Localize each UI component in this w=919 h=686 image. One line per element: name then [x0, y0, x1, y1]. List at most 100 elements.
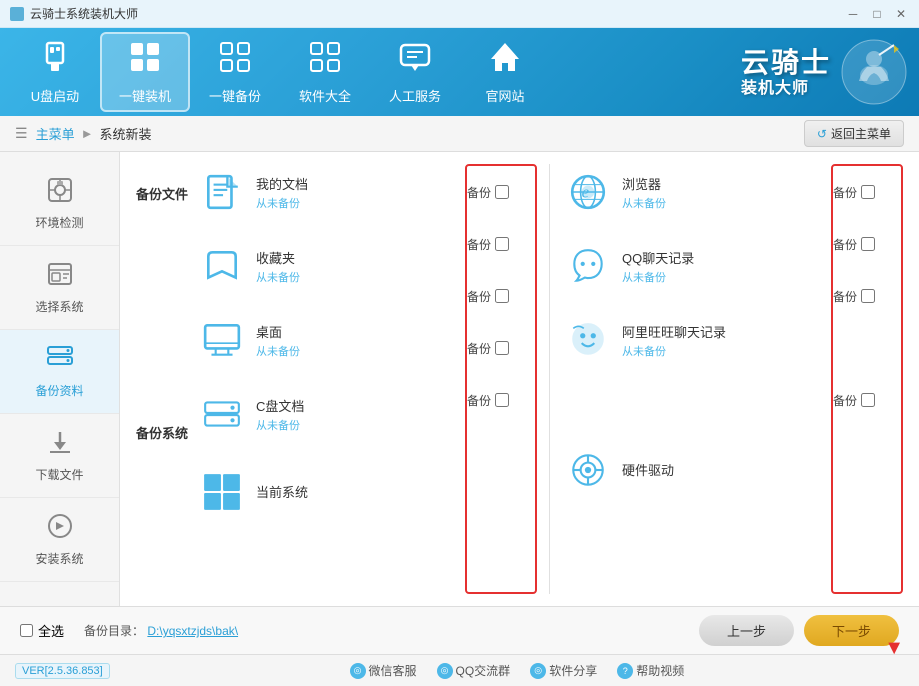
- mydocs-info: 我的文档 从未备份: [256, 174, 457, 211]
- aliww-status: 从未备份: [622, 343, 823, 359]
- select-icon: [46, 260, 74, 294]
- cdrive-status: 从未备份: [256, 417, 457, 433]
- sidebar-env[interactable]: 环境检测: [0, 162, 119, 246]
- cdrive-info: C盘文档 从未备份: [256, 396, 457, 433]
- select-all-checkbox[interactable]: [20, 624, 33, 637]
- favorites-icon: [200, 244, 244, 288]
- back-label: 返回主菜单: [831, 125, 891, 142]
- nav-onekey-backup-label: 一键备份: [209, 86, 261, 105]
- title-bar: 云骑士系统装机大师 ─ □ ✕: [0, 0, 919, 28]
- left-items-list: 我的文档 从未备份 收藏夹 从未备份: [196, 164, 461, 594]
- desktop-icon: [200, 318, 244, 362]
- cb-backup-label-4: 备份: [467, 340, 491, 357]
- main-area: 环境检测 选择系统: [0, 152, 919, 606]
- bottom-link-share-label: 软件分享: [549, 662, 597, 679]
- aliww-info: 阿里旺旺聊天记录 从未备份: [622, 322, 823, 359]
- nav-buttons: 上一步 下一步 ▼: [699, 615, 899, 646]
- minimize-btn[interactable]: ─: [845, 6, 861, 22]
- cb-hwdriver-input[interactable]: [861, 393, 875, 407]
- close-btn[interactable]: ✕: [893, 6, 909, 22]
- backup-dir-path[interactable]: D:\yqsxtzjds\bak\: [147, 624, 238, 638]
- cb-backup-label-5: 备份: [467, 392, 491, 409]
- cdrive-name: C盘文档: [256, 396, 457, 415]
- cb-empty: [833, 322, 901, 374]
- backup-item-cdrive: C盘文档 从未备份: [196, 386, 461, 442]
- prev-btn-label: 上一步: [727, 624, 766, 639]
- bottom-link-help[interactable]: ? 帮助视频: [617, 662, 684, 679]
- breadcrumb-bar: ☰ 主菜单 ► 系统新装 ↺ 返回主菜单: [0, 116, 919, 152]
- system-info: 当前系统: [256, 482, 457, 503]
- cb-aliww-input[interactable]: [861, 289, 875, 303]
- nav-service[interactable]: 人工服务: [370, 32, 460, 112]
- bottom-link-help-label: 帮助视频: [636, 662, 684, 679]
- onekey-backup-icon: [217, 39, 253, 82]
- nav-usb[interactable]: U盘启动: [10, 32, 100, 112]
- footer-area: 全选 备份目录： D:\yqsxtzjds\bak\ 上一步 下一步 ▼: [0, 606, 919, 654]
- version-badge: VER[2.5.36.853]: [15, 663, 110, 679]
- cb-backup-label-3: 备份: [467, 288, 491, 305]
- onekey-install-icon: [127, 39, 163, 82]
- breadcrumb-separator: ►: [81, 126, 94, 141]
- maximize-btn[interactable]: □: [869, 6, 885, 22]
- sidebar-select[interactable]: 选择系统: [0, 246, 119, 330]
- backup-item-favorites: 收藏夹 从未备份: [196, 238, 461, 294]
- cb-desktop: 备份: [467, 270, 535, 322]
- header: U盘启动 一键装机: [0, 28, 919, 116]
- cb-backup-label-r1: 备份: [833, 184, 857, 201]
- backup-item-mydocs: 我的文档 从未备份: [196, 164, 461, 220]
- prev-button[interactable]: 上一步: [699, 615, 794, 646]
- bottom-link-qq[interactable]: ◎ QQ交流群: [437, 662, 511, 679]
- sidebar-install[interactable]: 安装系统: [0, 498, 119, 582]
- backup-item-browser: e 浏览器 从未备份: [562, 164, 827, 220]
- cb-browser-input[interactable]: [861, 185, 875, 199]
- help-icon: ?: [617, 663, 633, 679]
- bottom-link-wechat[interactable]: ◎ 微信客服: [350, 662, 417, 679]
- software-icon: [307, 39, 343, 82]
- backup-item-qq: QQ聊天记录 从未备份: [562, 238, 827, 294]
- cb-hwdriver: 备份: [833, 374, 901, 426]
- breadcrumb-home[interactable]: 主菜单: [36, 124, 75, 143]
- next-button[interactable]: 下一步 ▼: [804, 615, 899, 646]
- content-area: 备份文件 备份系统: [120, 152, 919, 606]
- wechat-icon: ◎: [350, 663, 366, 679]
- nav-website[interactable]: 官网站: [460, 32, 550, 112]
- logo-area: 云骑士 装机大师: [741, 37, 909, 107]
- bottom-bar: VER[2.5.36.853] ◎ 微信客服 ◎ QQ交流群 ◎ 软件分享 ? …: [0, 654, 919, 686]
- cb-favorites-input[interactable]: [495, 237, 509, 251]
- favorites-status: 从未备份: [256, 269, 457, 285]
- cb-cdrive-input[interactable]: [495, 341, 509, 355]
- right-items-list: e 浏览器 从未备份: [562, 164, 827, 594]
- sidebar-install-label: 安装系统: [35, 550, 83, 567]
- cb-backup-label-2: 备份: [467, 236, 491, 253]
- download-icon: [46, 428, 74, 462]
- sidebar-select-label: 选择系统: [35, 298, 83, 315]
- cb-backup-label-r5: 备份: [833, 392, 857, 409]
- nav-usb-label: U盘启动: [31, 86, 79, 105]
- back-icon: ↺: [817, 127, 827, 141]
- cb-desktop-input[interactable]: [495, 289, 509, 303]
- sidebar-backup[interactable]: 备份资料: [0, 330, 119, 414]
- nav-onekey-backup[interactable]: 一键备份: [190, 32, 280, 112]
- qq-icon: [566, 244, 610, 288]
- sidebar: 环境检测 选择系统: [0, 152, 120, 606]
- nav-software-label: 软件大全: [299, 86, 351, 105]
- nav-software[interactable]: 软件大全: [280, 32, 370, 112]
- right-content: e 浏览器 从未备份: [562, 164, 903, 594]
- content-wrapper: 备份文件 备份系统: [136, 164, 903, 594]
- cb-system-input[interactable]: [495, 393, 509, 407]
- back-button[interactable]: ↺ 返回主菜单: [804, 120, 904, 147]
- arrow-indicator: ▼: [884, 637, 904, 660]
- backup-system-label: 备份系统: [136, 423, 188, 443]
- mydocs-icon: [200, 170, 244, 214]
- cb-qq-chat-input[interactable]: [861, 237, 875, 251]
- app-title: 云骑士系统装机大师: [30, 5, 138, 22]
- mydocs-name: 我的文档: [256, 174, 457, 193]
- cdrive-icon: [200, 392, 244, 436]
- sidebar-download[interactable]: 下载文件: [0, 414, 119, 498]
- select-all-label[interactable]: 全选: [20, 621, 64, 640]
- hwdriver-name: 硬件驱动: [622, 460, 823, 479]
- nav-onekey-install[interactable]: 一键装机: [100, 32, 190, 112]
- cb-mydocs-input[interactable]: [495, 185, 509, 199]
- bottom-link-share[interactable]: ◎ 软件分享: [530, 662, 597, 679]
- browser-info: 浏览器 从未备份: [622, 174, 823, 211]
